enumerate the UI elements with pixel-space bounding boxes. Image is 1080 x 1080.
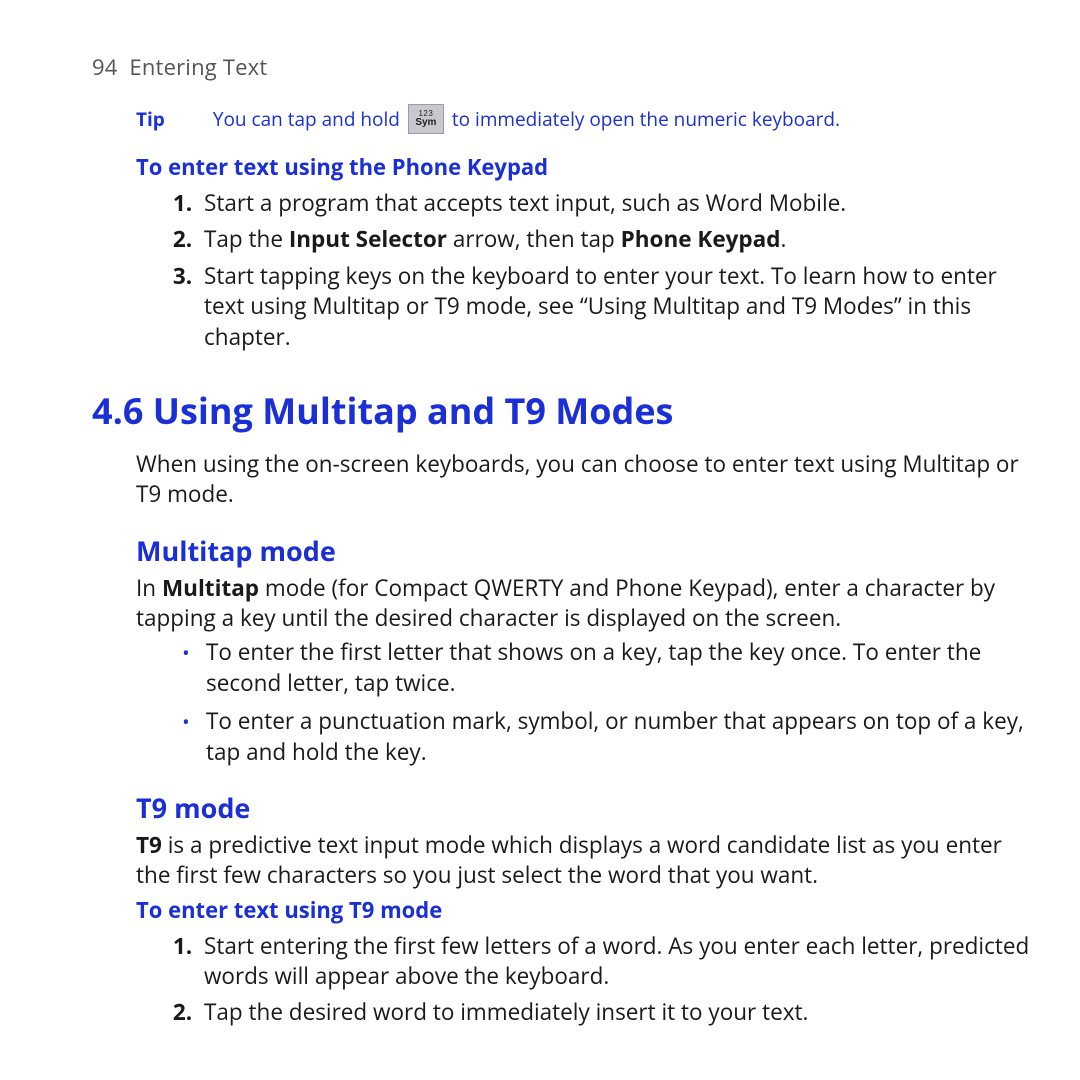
step-2-b1: Input Selector (289, 223, 447, 254)
t9-paragraph: T9 is a predictive text input mode which… (136, 830, 1040, 891)
tip-text-post: to immediately open the numeric keyboard… (452, 106, 840, 132)
procedure-heading-phone-keypad: To enter text using the Phone Keypad (136, 152, 1040, 182)
sym-key-icon: 123 Sym (408, 104, 444, 134)
bullet-2-text: To enter a punctuation mark, symbol, or … (206, 705, 1024, 766)
step-2-post: . (781, 223, 787, 254)
manual-page: 94 Entering Text Tip You can tap and hol… (0, 0, 1080, 1028)
step-3-text: Start tapping keys on the keyboard to en… (204, 260, 997, 352)
step-2-pre: Tap the (204, 223, 289, 254)
t9-step-1: Start entering the first few letters of … (198, 931, 1040, 992)
chapter-name: Entering Text (129, 52, 267, 82)
multitap-p-post: mode (for Compact QWERTY and Phone Keypa… (136, 572, 995, 633)
phone-keypad-steps: Start a program that accepts text input,… (170, 188, 1040, 352)
t9-heading: T9 mode (136, 789, 1040, 826)
step-3: Start tapping keys on the keyboard to en… (198, 261, 1040, 352)
tip-body: You can tap and hold 123 Sym to immediat… (213, 104, 840, 134)
multitap-p-pre: In (136, 572, 162, 603)
section-title: Using Multitap and T9 Modes (153, 386, 674, 435)
multitap-heading: Multitap mode (136, 532, 1040, 569)
bullet-2: To enter a punctuation mark, symbol, or … (200, 706, 1040, 767)
t9-p-post: is a predictive text input mode which di… (136, 829, 1002, 890)
multitap-p-b: Multitap (162, 572, 259, 603)
tip-row: Tip You can tap and hold 123 Sym to imme… (136, 104, 1040, 134)
sym-key-bot: Sym (415, 118, 436, 128)
step-2-mid: arrow, then tap (447, 223, 621, 254)
multitap-paragraph: In Multitap mode (for Compact QWERTY and… (136, 573, 1040, 634)
section-intro: When using the on-screen keyboards, you … (136, 449, 1040, 510)
section-number: 4.6 (92, 386, 143, 435)
step-1-text: Start a program that accepts text input,… (204, 187, 846, 218)
step-1: Start a program that accepts text input,… (198, 188, 1040, 218)
tip-label: Tip (136, 106, 165, 132)
step-2: Tap the Input Selector arrow, then tap P… (198, 224, 1040, 254)
page-number: 94 (92, 52, 118, 82)
bullet-1-text: To enter the first letter that shows on … (206, 636, 981, 697)
step-2-b2: Phone Keypad (621, 223, 781, 254)
tip-text-pre: You can tap and hold (213, 106, 400, 132)
procedure-heading-t9: To enter text using T9 mode (136, 895, 1040, 925)
t9-p-b: T9 (136, 829, 162, 860)
t9-step-1-text: Start entering the first few letters of … (204, 930, 1029, 991)
running-header: 94 Entering Text (92, 52, 1040, 82)
t9-step-2-text: Tap the desired word to immediately inse… (204, 996, 808, 1027)
bullet-1: To enter the first letter that shows on … (200, 637, 1040, 698)
t9-step-2: Tap the desired word to immediately inse… (198, 997, 1040, 1027)
multitap-bullets: To enter the first letter that shows on … (172, 637, 1040, 767)
t9-steps: Start entering the first few letters of … (170, 931, 1040, 1028)
section-heading: 4.6 Using Multitap and T9 Modes (92, 386, 1040, 435)
